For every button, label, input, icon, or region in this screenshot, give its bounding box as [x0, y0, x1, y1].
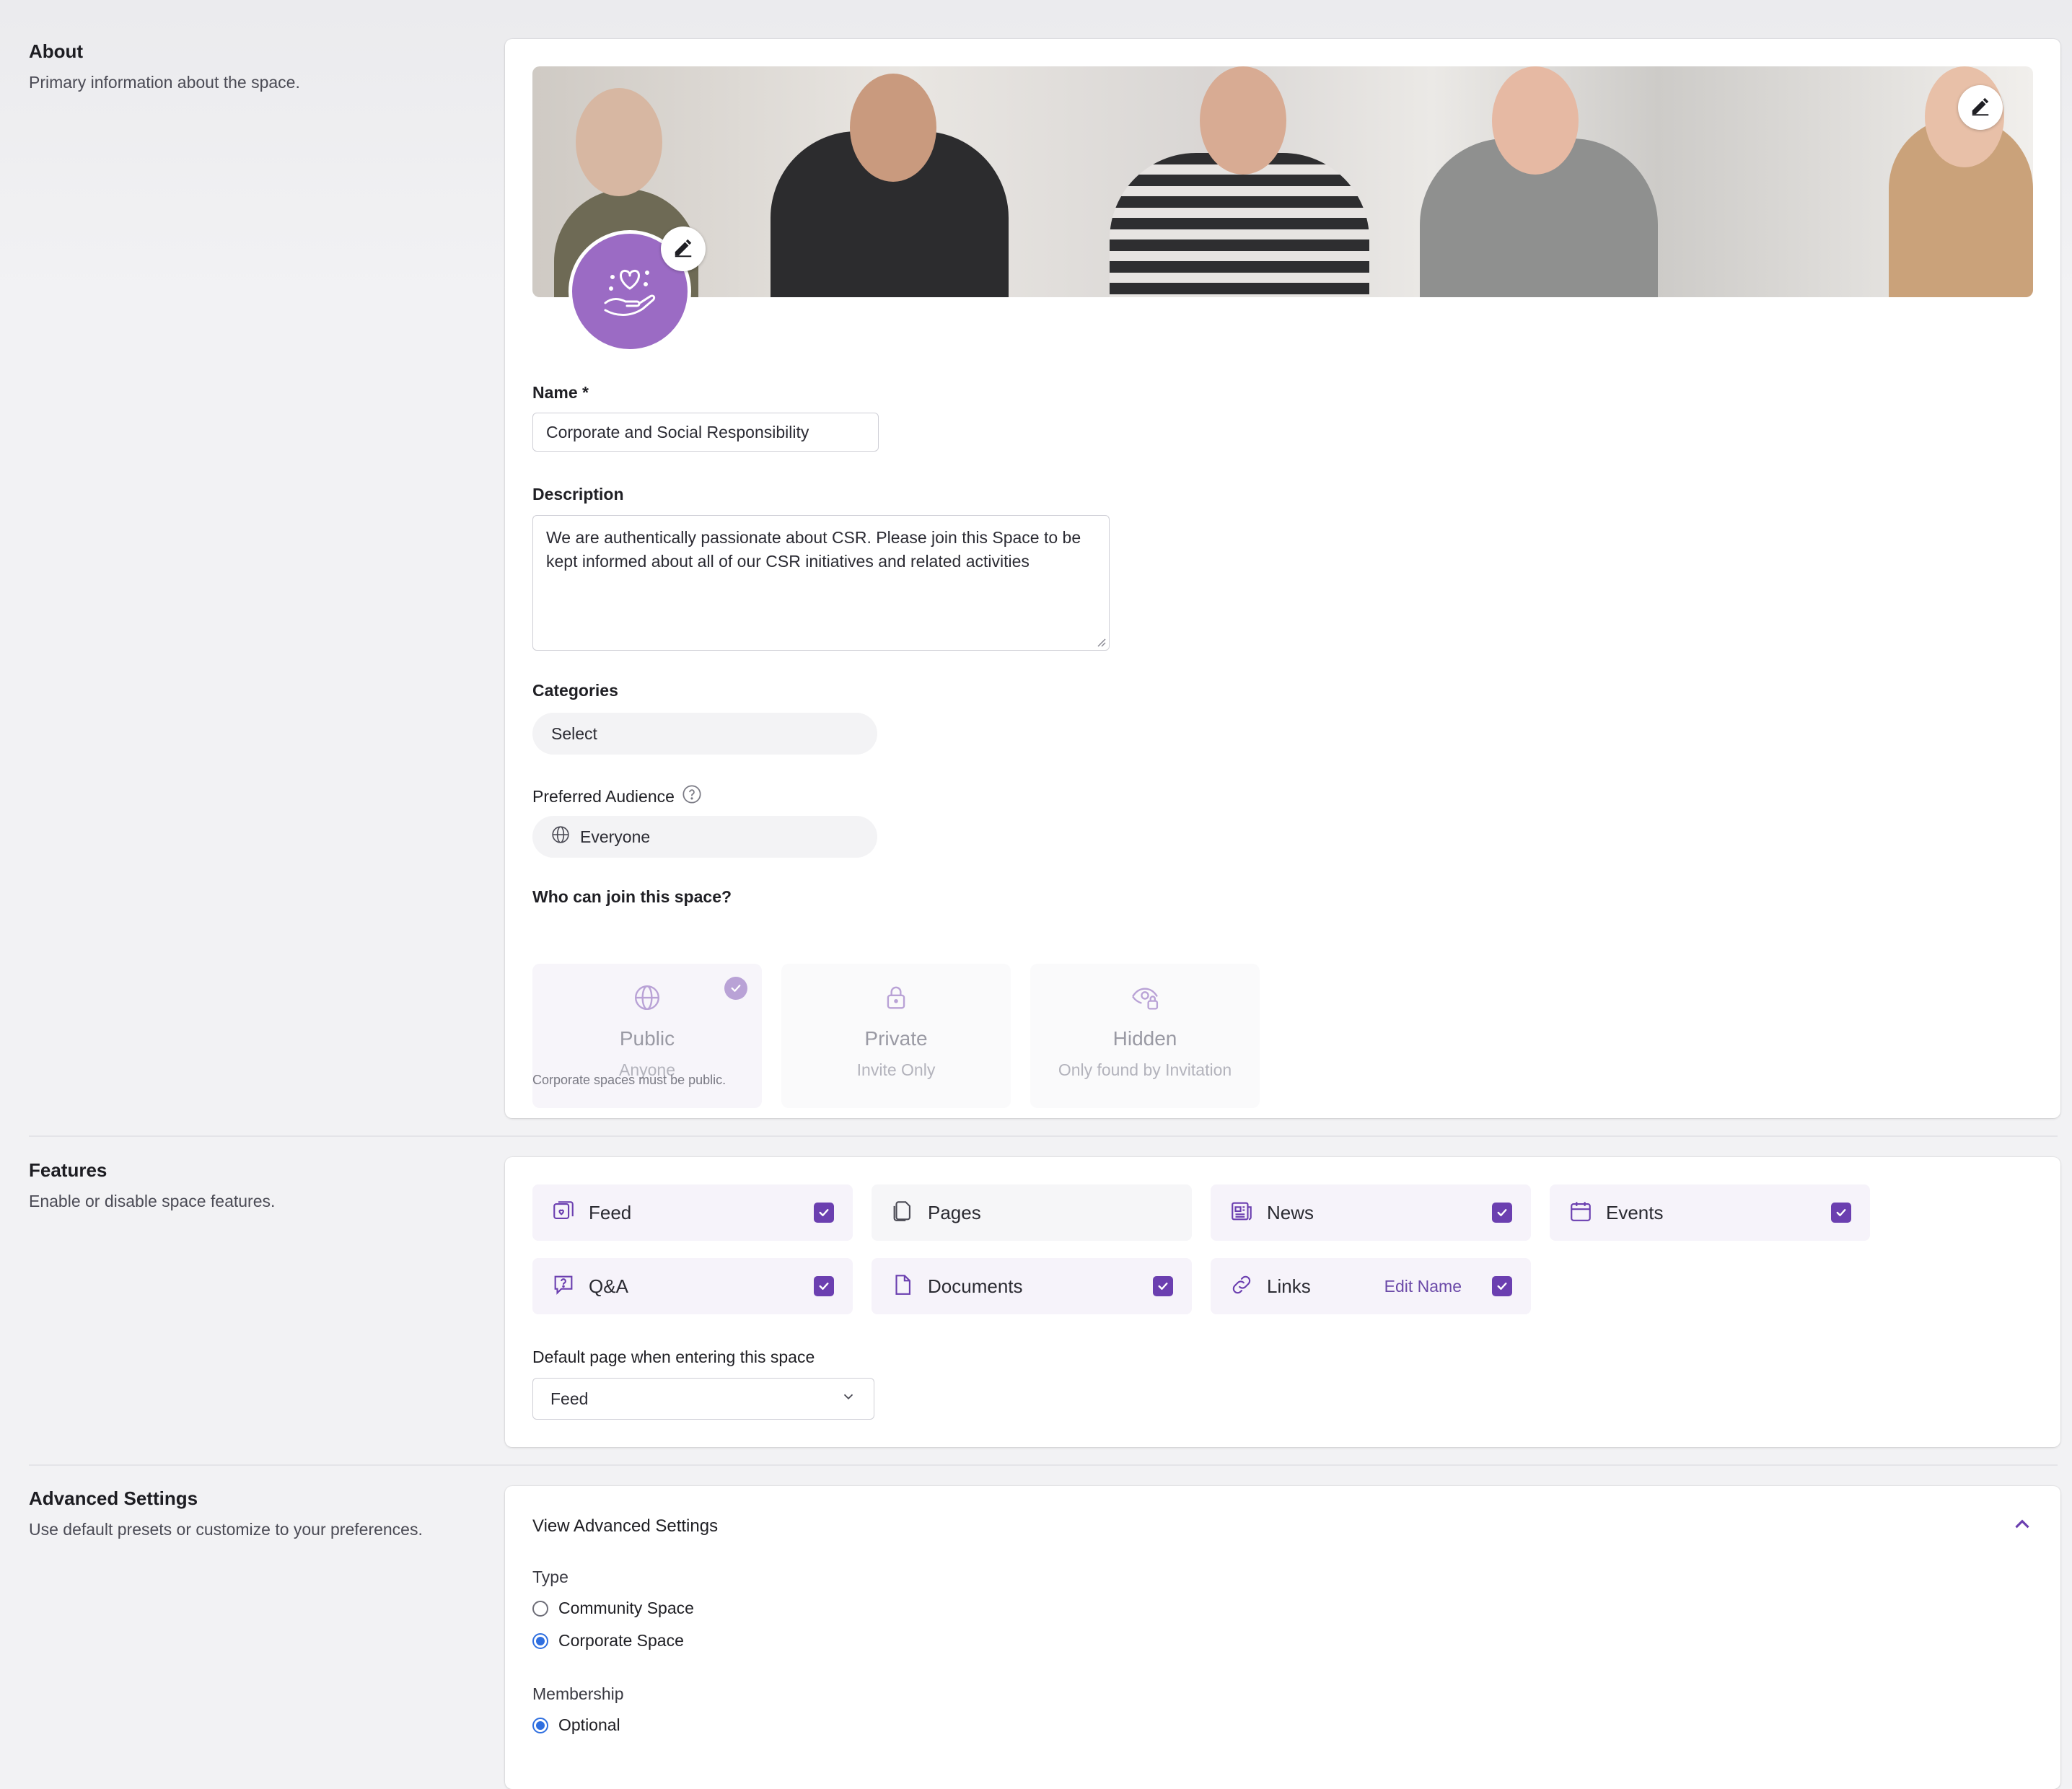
default-page-select[interactable]: Feed — [532, 1378, 874, 1420]
audience-value: Everyone — [580, 827, 651, 846]
feature-qa[interactable]: Q&A — [532, 1258, 853, 1314]
features-card: Feed Pages News Events Q&A Documents Lin… — [505, 1157, 2060, 1447]
about-subtitle: Primary information about the space. — [29, 73, 300, 92]
feed-icon — [551, 1199, 576, 1227]
join-hint: Corporate spaces must be public. — [532, 1073, 726, 1087]
description-label: Description — [532, 485, 624, 504]
eye-lock-icon — [1030, 984, 1260, 1011]
feature-name: Pages — [928, 1201, 981, 1223]
banner-figure-head — [1492, 66, 1579, 175]
categories-label: Categories — [532, 681, 618, 700]
advanced-toggle-label[interactable]: View Advanced Settings — [532, 1516, 718, 1537]
about-section-header: About Primary information about the spac… — [29, 40, 300, 92]
feature-checkbox[interactable] — [1153, 1276, 1173, 1296]
type-option-label: Corporate Space — [558, 1631, 684, 1650]
audience-label-row: Preferred Audience — [532, 784, 702, 809]
banner-figure-head — [850, 74, 936, 182]
question-icon — [551, 1272, 576, 1301]
chevron-down-icon — [840, 1389, 856, 1409]
feature-links[interactable]: Links Edit Name — [1211, 1258, 1531, 1314]
join-option-title: Private — [864, 1027, 928, 1050]
type-label: Type — [532, 1568, 569, 1586]
name-label: Name * — [532, 383, 589, 402]
name-input[interactable]: Corporate and Social Responsibility — [532, 413, 879, 452]
description-value: We are authentically passionate about CS… — [546, 528, 1081, 571]
banner-figure — [1110, 153, 1369, 297]
join-option-subtitle: Only found by Invitation — [1058, 1060, 1232, 1079]
name-value: Corporate and Social Responsibility — [546, 422, 809, 441]
feature-checkbox[interactable] — [1831, 1203, 1851, 1223]
edit-avatar-button[interactable] — [661, 227, 706, 271]
feature-name: News — [1267, 1201, 1314, 1223]
type-option-community[interactable]: Community Space — [532, 1599, 694, 1618]
globe-icon — [551, 825, 570, 848]
membership-option-label: Optional — [558, 1715, 620, 1734]
heart-in-hand-icon — [595, 255, 664, 328]
calendar-icon — [1568, 1199, 1593, 1227]
features-subtitle: Enable or disable space features. — [29, 1192, 276, 1210]
banner-figure-head — [1200, 66, 1286, 175]
lock-icon — [781, 984, 1011, 1011]
type-option-label: Community Space — [558, 1599, 694, 1617]
features-title: Features — [29, 1159, 107, 1181]
radio-button[interactable] — [532, 1600, 548, 1617]
chevron-up-icon[interactable] — [2010, 1512, 2034, 1540]
type-option-corporate[interactable]: Corporate Space — [532, 1631, 684, 1650]
advanced-card: View Advanced Settings Type Community Sp… — [505, 1486, 2060, 1789]
edit-name-link[interactable]: Edit Name — [1384, 1277, 1462, 1296]
feature-name: Events — [1606, 1201, 1664, 1223]
feature-name: Feed — [589, 1201, 632, 1223]
banner-figure-head — [576, 88, 662, 196]
news-icon — [1229, 1199, 1254, 1227]
feature-name: Links — [1267, 1275, 1311, 1297]
categories-select[interactable]: Select — [532, 713, 877, 755]
radio-button[interactable] — [532, 1717, 548, 1733]
about-title: About — [29, 40, 84, 62]
globe-icon — [532, 984, 762, 1011]
section-divider — [29, 1135, 2058, 1137]
membership-option-optional[interactable]: Optional — [532, 1715, 620, 1735]
feature-name: Q&A — [589, 1275, 628, 1297]
resize-handle-icon[interactable] — [1096, 637, 1106, 647]
feature-pages[interactable]: Pages — [872, 1184, 1192, 1241]
feature-checkbox[interactable] — [1492, 1203, 1512, 1223]
advanced-section-header: Advanced Settings Use default presets or… — [29, 1487, 423, 1539]
feature-checkbox[interactable] — [1492, 1276, 1512, 1296]
feature-checkbox[interactable] — [814, 1203, 834, 1223]
feature-feed[interactable]: Feed — [532, 1184, 853, 1241]
document-icon — [890, 1272, 915, 1301]
cover-image — [532, 66, 2033, 297]
audience-label: Preferred Audience — [532, 786, 675, 806]
join-label: Who can join this space? — [532, 887, 732, 906]
radio-button[interactable] — [532, 1632, 548, 1649]
membership-label: Membership — [532, 1684, 624, 1703]
description-textarea[interactable]: We are authentically passionate about CS… — [532, 515, 1110, 651]
feature-events[interactable]: Events — [1550, 1184, 1870, 1241]
join-option-private[interactable]: Private Invite Only — [781, 964, 1011, 1108]
link-icon — [1229, 1272, 1254, 1301]
section-divider — [29, 1464, 2058, 1466]
feature-checkbox[interactable] — [814, 1276, 834, 1296]
join-option-title: Hidden — [1112, 1027, 1177, 1050]
about-card: Name * Corporate and Social Responsibili… — [505, 39, 2060, 1118]
join-option-subtitle: Invite Only — [856, 1060, 936, 1079]
feature-name: Documents — [928, 1275, 1023, 1297]
advanced-subtitle: Use default presets or customize to your… — [29, 1520, 423, 1539]
features-section-header: Features Enable or disable space feature… — [29, 1159, 275, 1211]
edit-cover-button[interactable] — [1958, 85, 2003, 130]
audience-select[interactable]: Everyone — [532, 816, 877, 858]
feature-documents[interactable]: Documents — [872, 1258, 1192, 1314]
default-page-label: Default page when entering this space — [532, 1348, 815, 1366]
join-option-title: Public — [619, 1027, 675, 1050]
help-icon[interactable] — [682, 784, 702, 809]
advanced-title: Advanced Settings — [29, 1487, 198, 1509]
default-page-value: Feed — [550, 1389, 589, 1408]
pages-icon — [890, 1199, 915, 1227]
join-option-hidden[interactable]: Hidden Only found by Invitation — [1030, 964, 1260, 1108]
pencil-icon — [1970, 95, 1991, 120]
categories-value: Select — [551, 724, 597, 743]
feature-news[interactable]: News — [1211, 1184, 1531, 1241]
page: About Primary information about the spac… — [0, 0, 2072, 1789]
pencil-icon — [672, 237, 694, 262]
